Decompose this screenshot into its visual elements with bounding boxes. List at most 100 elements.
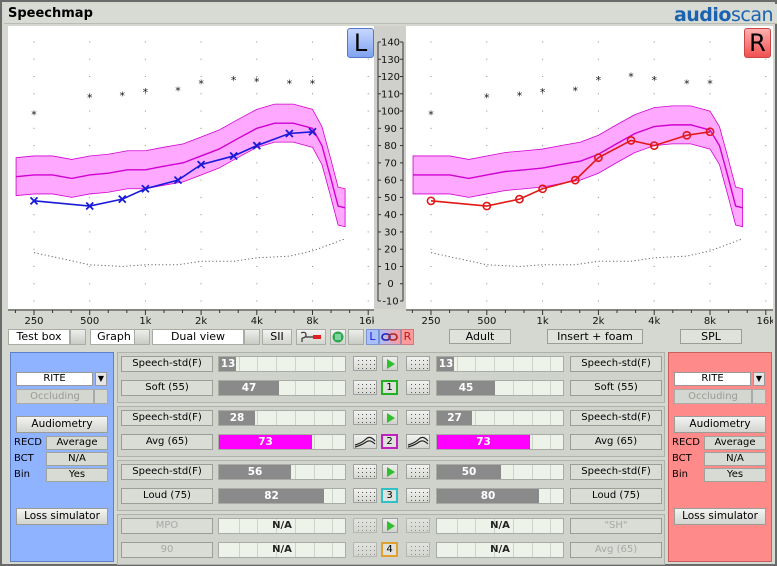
grid-dot (200, 179, 202, 181)
grid-dot (765, 283, 767, 285)
grid-dot (256, 93, 258, 95)
scale-field[interactable]: SPL (680, 329, 742, 344)
ucl-marker: * (628, 71, 634, 84)
grid-dot (430, 231, 432, 233)
right-spectrum-button[interactable] (406, 410, 430, 425)
transducer-field[interactable]: Insert + foam (547, 329, 643, 344)
right-level-field[interactable]: Avg (65) (570, 434, 662, 450)
right-instrument-select[interactable]: RITE (674, 372, 751, 386)
ucl-marker: * (31, 109, 37, 122)
left-display-button[interactable] (353, 542, 377, 557)
left-stimulus-field[interactable]: Speech-std(F) (121, 410, 213, 426)
view-dropdown[interactable] (244, 329, 260, 345)
right-spectrum-button[interactable] (406, 518, 430, 533)
left-spectrum-button[interactable] (353, 518, 377, 533)
right-display-button[interactable] (406, 488, 430, 503)
grid-dot (89, 300, 91, 302)
right-loss-simulator-button[interactable]: Loss simulator (674, 508, 766, 525)
view-select[interactable]: Dual view (152, 329, 244, 345)
left-spectrum-button[interactable] (353, 410, 377, 425)
left-instrument-select[interactable]: RITE (16, 372, 93, 386)
link-both-button[interactable] (379, 329, 401, 345)
grid-dot (430, 265, 432, 267)
left-display-button[interactable] (353, 380, 377, 395)
grid-dot (312, 300, 313, 302)
grid-dot (542, 41, 544, 43)
age-field[interactable]: Adult (449, 329, 511, 344)
grid-dot (144, 127, 146, 129)
right-bct-value[interactable]: N/A (704, 452, 766, 466)
left-recd-value[interactable]: Average (46, 436, 108, 450)
right-stimulus-field[interactable]: Speech-std(F) (570, 356, 662, 372)
test-1-number[interactable]: 1 (381, 380, 398, 395)
play-test-1-button[interactable] (382, 356, 398, 371)
left-bct-value[interactable]: N/A (46, 452, 108, 466)
link-right-button[interactable]: R (401, 329, 414, 345)
right-ear-button[interactable]: R (744, 28, 771, 58)
right-stimulus-field[interactable]: Speech-std(F) (570, 464, 662, 480)
grid-dot (709, 231, 711, 233)
left-level-field[interactable]: Loud (75) (121, 488, 213, 504)
left-stimulus-field[interactable]: Speech-std(F) (121, 464, 213, 480)
right-bin-value[interactable]: Yes (704, 468, 766, 482)
left-instrument-dropdown[interactable]: ▼ (95, 372, 107, 386)
left-spectrum-button[interactable] (353, 356, 377, 371)
right-spectrum-button[interactable] (406, 356, 430, 371)
right-average-meter: N/A (436, 542, 564, 558)
play-test-2-button[interactable] (382, 410, 398, 425)
graph-select[interactable]: Graph (90, 329, 138, 345)
right-recd-value[interactable]: Average (704, 436, 766, 450)
play-test-4-button[interactable] (382, 518, 398, 533)
grid-dot (430, 300, 432, 302)
right-level-field[interactable]: Loud (75) (570, 488, 662, 504)
left-level-field[interactable]: Soft (55) (121, 380, 213, 396)
left-sii-meter: 56 (218, 464, 346, 480)
right-ear-chart[interactable]: * * * * * * * * * * (406, 26, 773, 309)
left-display-button[interactable] (353, 488, 377, 503)
grid-dot (430, 283, 432, 285)
test-3-number[interactable]: 3 (381, 488, 398, 503)
right-display-button[interactable] (406, 380, 430, 395)
logo-text-audio: audio (673, 4, 732, 26)
right-curve-button[interactable] (406, 434, 430, 449)
right-audiometry-button[interactable]: Audiometry (674, 416, 766, 433)
graph-dropdown[interactable] (134, 329, 150, 345)
left-spectrum-button[interactable] (353, 464, 377, 479)
right-level-field[interactable]: Avg (65) (570, 542, 662, 558)
grid-dot (256, 300, 258, 302)
grid-dot (597, 41, 599, 43)
play-test-3-button[interactable] (382, 464, 398, 479)
right-stimulus-field[interactable]: Speech-std(F) (570, 410, 662, 426)
right-stimulus-field[interactable]: "SH" (570, 518, 662, 534)
grid-dot (709, 93, 711, 95)
left-stimulus-field[interactable]: MPO (121, 518, 213, 534)
grid-dot (597, 196, 599, 198)
grid-dot (709, 162, 711, 164)
right-display-button[interactable] (406, 542, 430, 557)
link-left-button[interactable]: L (366, 329, 379, 345)
right-instrument-dropdown[interactable]: ▼ (753, 372, 765, 386)
speaker-grille-icon (332, 331, 344, 343)
ucl-marker: * (596, 74, 602, 87)
calibration-dropdown[interactable] (348, 329, 364, 345)
right-level-field[interactable]: Soft (55) (570, 380, 662, 396)
probe-mic-button[interactable] (296, 329, 326, 345)
left-curve-button[interactable] (353, 434, 377, 449)
calibration-button[interactable] (330, 329, 346, 345)
left-level-field[interactable]: 90 (121, 542, 213, 558)
left-audiometry-button[interactable]: Audiometry (16, 416, 108, 433)
left-loss-simulator-button[interactable]: Loss simulator (16, 508, 108, 525)
right-spectrum-button[interactable] (406, 464, 430, 479)
ucl-marker: * (684, 77, 690, 90)
test-box-dropdown[interactable] (70, 329, 86, 345)
test-2-number[interactable]: 2 (381, 434, 398, 449)
left-ear-button[interactable]: L (347, 28, 374, 58)
left-level-field[interactable]: Avg (65) (121, 434, 213, 450)
left-stimulus-field[interactable]: Speech-std(F) (121, 356, 213, 372)
sii-button[interactable]: SII (262, 329, 292, 345)
test-box-select[interactable]: Test box (8, 329, 70, 345)
grid-dot (89, 76, 91, 78)
left-bin-value[interactable]: Yes (46, 468, 108, 482)
left-ear-chart[interactable]: * * * * * * * * * * (8, 26, 374, 309)
test-4-number[interactable]: 4 (381, 542, 398, 557)
